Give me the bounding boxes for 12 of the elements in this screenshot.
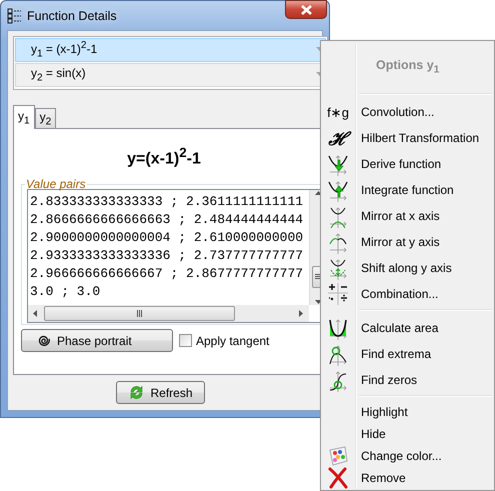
value-pair-line: 2.9000000000000004 ; 2.610000000000 [30, 229, 304, 247]
formula: y=(x-1)$^{2}$-1 [126, 145, 202, 169]
checkbox-label: Apply tangent [196, 334, 270, 348]
value-pair-line: 2.833333333333333 ; 2.3611111111111 [30, 193, 304, 211]
window-title: Function Details [27, 8, 117, 22]
group-label: Value pairs [25, 177, 87, 191]
value-pair-line: 3.0 ; 3.0 [30, 283, 102, 301]
value-pair-line: 2.966666666666667 ; 2.8677777777777 [30, 265, 304, 283]
menu-title: Options y$_{1}$ [376, 58, 440, 76]
value-pair-line: 2.9333333333333336 ; 2.737777777777 [30, 247, 304, 265]
glyph-icon: f∗g [327, 104, 349, 120]
value-pair-line: 2.8666666666666663 ; 2.484444444444 [30, 211, 304, 229]
